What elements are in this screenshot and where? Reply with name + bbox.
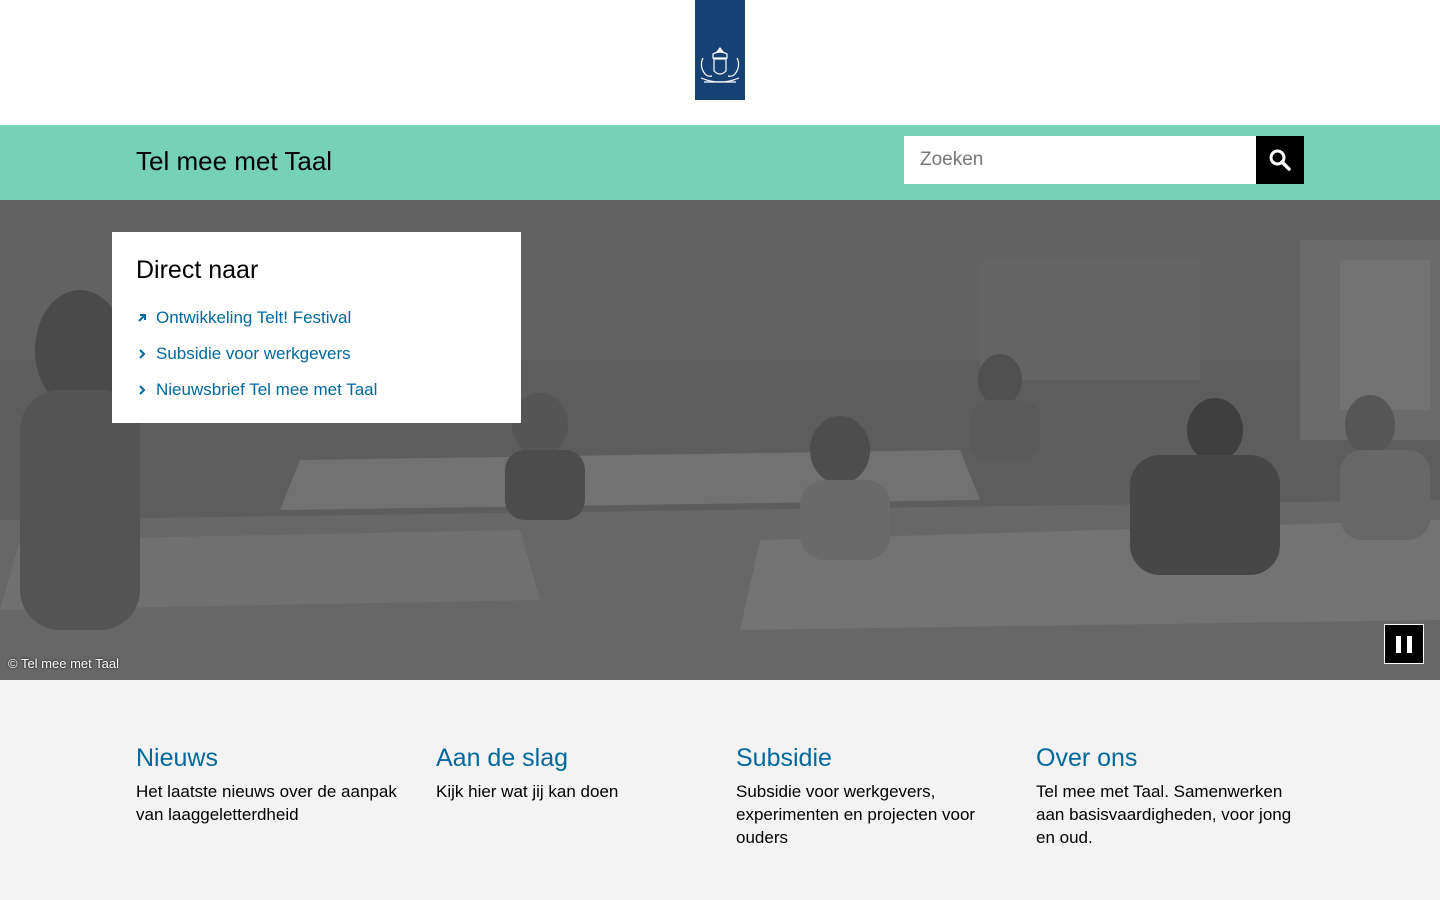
card-title-nieuws[interactable]: Nieuws	[136, 742, 406, 774]
direct-link-item: Nieuwsbrief Tel mee met Taal	[136, 372, 497, 408]
direct-link-nieuwsbrief[interactable]: Nieuwsbrief Tel mee met Taal	[156, 380, 377, 399]
card-text: Subsidie voor werkgevers, experimenten e…	[736, 782, 976, 847]
card-nieuws: Nieuws Het laatste nieuws over de aanpak…	[136, 742, 406, 826]
search-icon	[1269, 149, 1291, 171]
pause-icon	[1396, 636, 1401, 653]
direct-naar-title: Direct naar	[136, 256, 259, 284]
search-form	[904, 136, 1304, 184]
direct-link-item: Subsidie voor werkgevers	[136, 336, 497, 372]
card-subsidie: Subsidie Subsidie voor werkgevers, exper…	[736, 742, 1006, 849]
direct-link-festival[interactable]: Ontwikkeling Telt! Festival	[156, 308, 351, 327]
site-header: Tel mee met Taal	[0, 125, 1440, 200]
direct-naar-list: Ontwikkeling Telt! Festival Subsidie voo…	[136, 300, 497, 408]
card-title-aan-de-slag[interactable]: Aan de slag	[436, 742, 706, 774]
chevron-right-icon	[139, 349, 146, 359]
card-text: Het laatste nieuws over de aanpak van la…	[136, 782, 397, 824]
card-aan-de-slag: Aan de slag Kijk hier wat jij kan doen	[436, 742, 706, 803]
search-button[interactable]	[1256, 136, 1304, 184]
search-input[interactable]	[904, 136, 1256, 184]
content-cards: Nieuws Het laatste nieuws over de aanpak…	[0, 680, 1440, 900]
card-title-over-ons[interactable]: Over ons	[1036, 742, 1306, 774]
card-text: Tel mee met Taal. Samenwerken aan basisv…	[1036, 782, 1292, 847]
card-title-subsidie[interactable]: Subsidie	[736, 742, 1006, 774]
hero-banner: Direct naar Ontwikkeling Telt! Festival …	[0, 200, 1440, 680]
card-text: Kijk hier wat jij kan doen	[436, 782, 619, 801]
image-caption: © Tel mee met Taal	[8, 656, 119, 671]
rijksoverheid-logo[interactable]	[695, 0, 745, 100]
top-bar	[0, 0, 1440, 125]
direct-link-item: Ontwikkeling Telt! Festival	[136, 300, 497, 336]
coat-of-arms-icon	[700, 47, 740, 83]
site-title[interactable]: Tel mee met Taal	[136, 146, 332, 176]
direct-link-subsidie[interactable]: Subsidie voor werkgevers	[156, 344, 351, 363]
direct-naar-panel: Direct naar Ontwikkeling Telt! Festival …	[112, 232, 521, 423]
pause-icon-bar	[1407, 636, 1412, 653]
pause-slideshow-button[interactable]	[1384, 624, 1424, 664]
external-arrow-icon	[138, 314, 146, 322]
card-over-ons: Over ons Tel mee met Taal. Samenwerken a…	[1036, 742, 1306, 849]
chevron-right-icon	[139, 385, 146, 395]
